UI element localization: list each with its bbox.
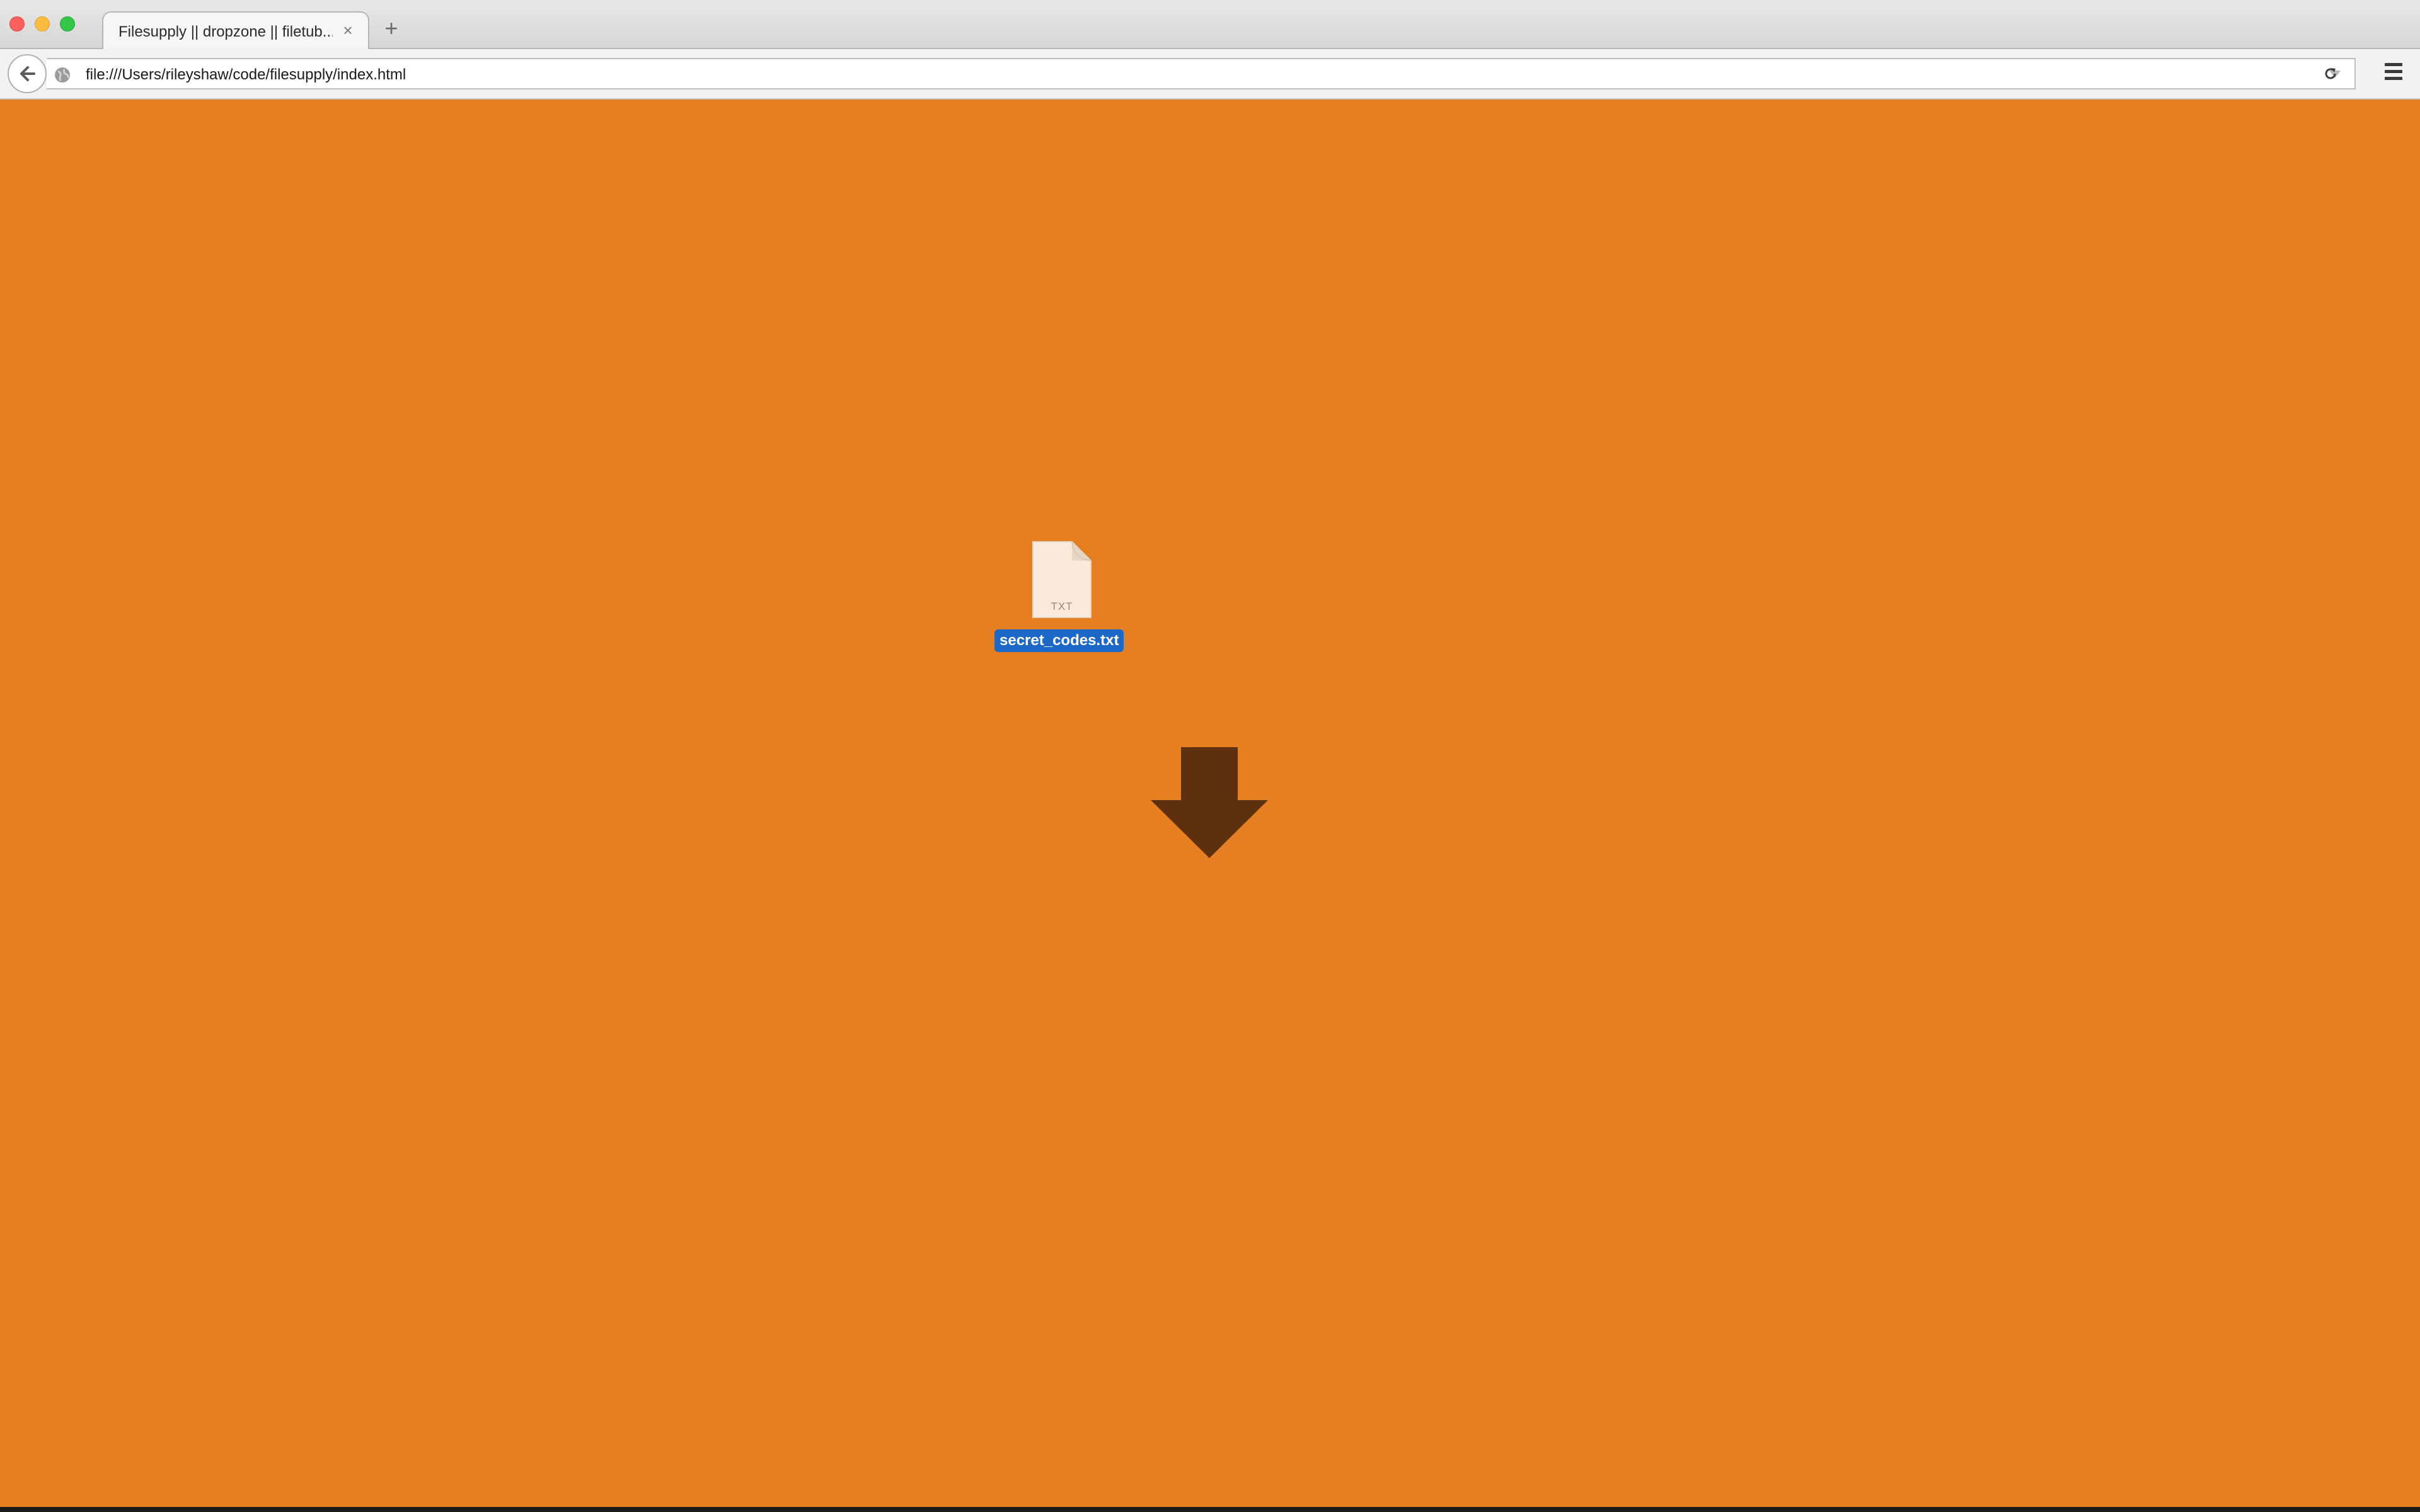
globe-icon	[55, 67, 70, 83]
file-extension-label: TXT	[1051, 600, 1073, 612]
screen-bottom-edge	[0, 1507, 2420, 1512]
minimize-window-button[interactable]	[35, 16, 50, 32]
maximize-window-button[interactable]	[60, 16, 75, 32]
address-bar[interactable]: file:///Users/rileyshaw/code/filesupply/…	[47, 58, 2356, 89]
file-name-label: secret_codes.txt	[994, 629, 1124, 652]
dropzone[interactable]: TXT secret_codes.txt	[0, 100, 2420, 1507]
down-arrow-icon	[1151, 747, 1268, 858]
menu-icon-bar	[2385, 70, 2402, 73]
back-arrow-icon	[20, 66, 35, 81]
new-tab-button[interactable]: +	[381, 17, 402, 40]
back-button[interactable]	[8, 54, 47, 93]
browser-window: Filesupply || dropzone || filetub... × +…	[0, 0, 2420, 1507]
menu-button[interactable]	[2375, 60, 2411, 88]
tab-title: Filesupply || dropzone || filetub...	[118, 23, 333, 40]
reload-icon	[2325, 68, 2336, 79]
menu-icon-bar	[2385, 77, 2402, 80]
dragged-file[interactable]: TXT secret_codes.txt	[983, 541, 1141, 654]
reload-button[interactable]	[2317, 58, 2344, 89]
browser-tab[interactable]: Filesupply || dropzone || filetub... ×	[102, 11, 369, 49]
url-text[interactable]: file:///Users/rileyshaw/code/filesupply/…	[86, 66, 406, 84]
menu-icon-bar	[2385, 63, 2402, 66]
tab-close-icon[interactable]: ×	[339, 21, 357, 39]
navigation-bar: file:///Users/rileyshaw/code/filesupply/…	[0, 49, 2420, 100]
close-window-button[interactable]	[9, 16, 25, 32]
tab-strip: Filesupply || dropzone || filetub... × +	[0, 0, 2420, 49]
